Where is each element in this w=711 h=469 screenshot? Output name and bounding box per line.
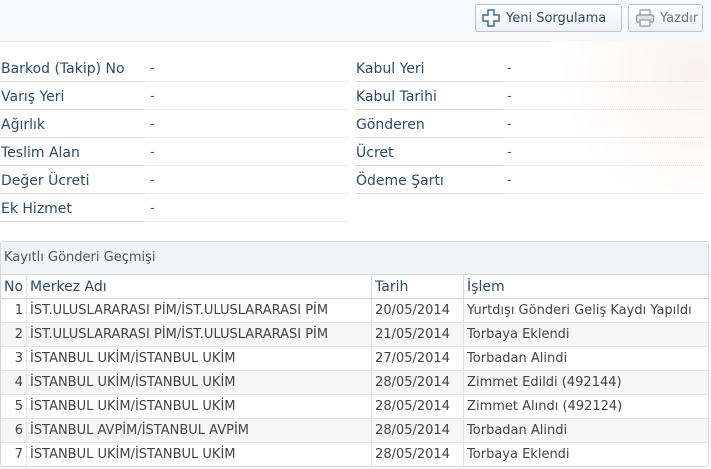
detail-label: Gönderen (355, 111, 502, 138)
new-query-button[interactable]: Yeni Sorgulama (475, 4, 622, 32)
detail-label: Barkod (Takip) No (0, 55, 145, 82)
column-header-date: Tarih (371, 275, 465, 299)
cell-center: İST.ULUSLARARASI PİM/İST.ULUSLARARASI Pİ… (26, 322, 373, 347)
cell-action: Zimmet Edildi (492144) (463, 370, 708, 395)
column-header-no: No (1, 275, 28, 299)
detail-label: Ücret (355, 139, 502, 166)
detail-label: Teslim Alan (0, 139, 145, 166)
cell-action: Torbaya Eklendi (463, 442, 708, 466)
detail-value: - (145, 55, 348, 82)
detail-value: - (145, 111, 348, 138)
cell-no: 1 (1, 298, 28, 323)
column-header-center: Merkez Adı (26, 275, 373, 299)
detail-label: Ağırlık (0, 111, 145, 138)
detail-label: Ek Hizmet (0, 195, 145, 222)
detail-label: Kabul Yeri (355, 55, 502, 82)
cell-no: 6 (1, 418, 28, 443)
detail-value: - (145, 83, 348, 110)
cell-center: İSTANBUL AVPİM/İSTANBUL AVPİM (26, 418, 373, 443)
cell-no: 5 (1, 394, 28, 419)
cell-no: 7 (1, 442, 28, 466)
cell-date: 20/05/2014 (371, 298, 465, 323)
cell-center: İST.ULUSLARARASI PİM/İST.ULUSLARARASI Pİ… (26, 298, 373, 323)
detail-value: - (502, 83, 704, 110)
panel-title: Kayıtlı Gönderi Geçmişi (1, 242, 708, 275)
detail-label: Kabul Tarihi (355, 83, 502, 110)
cell-action: Torbaya Eklendi (463, 322, 708, 347)
print-button[interactable]: Yazdır (628, 4, 703, 32)
detail-value: - (145, 167, 348, 194)
history-table: No Merkez Adı Tarih İşlem 1 İST.ULUSLARA… (1, 275, 708, 466)
cell-date: 27/05/2014 (371, 346, 465, 371)
cell-date: 28/05/2014 (371, 442, 465, 466)
cell-date: 28/05/2014 (371, 394, 465, 419)
detail-value: - (145, 139, 348, 166)
table-row: 3 İSTANBUL UKİM/İSTANBUL UKİM 27/05/2014… (1, 346, 708, 371)
cell-center: İSTANBUL UKİM/İSTANBUL UKİM (26, 442, 373, 466)
new-query-label: Yeni Sorgulama (506, 10, 607, 26)
cell-date: 28/05/2014 (371, 418, 465, 443)
detail-value: - (502, 139, 704, 166)
shipment-history-panel: Kayıtlı Gönderi Geçmişi No Merkez Adı Ta… (0, 241, 709, 467)
detail-value: - (145, 195, 348, 222)
cell-action: Yurtdışı Gönderi Geliş Kaydı Yapıldı (463, 298, 708, 323)
table-row: 7 İSTANBUL UKİM/İSTANBUL UKİM 28/05/2014… (1, 442, 708, 466)
table-row: 4 İSTANBUL UKİM/İSTANBUL UKİM 28/05/2014… (1, 370, 708, 395)
table-row: 6 İSTANBUL AVPİM/İSTANBUL AVPİM 28/05/20… (1, 418, 708, 443)
table-row: 2 İST.ULUSLARARASI PİM/İST.ULUSLARARASI … (1, 322, 708, 347)
cell-action: Zimmet Alındı (492124) (463, 394, 708, 419)
table-row: 5 İSTANBUL UKİM/İSTANBUL UKİM 28/05/2014… (1, 394, 708, 419)
table-row: 1 İST.ULUSLARARASI PİM/İST.ULUSLARARASI … (1, 298, 708, 323)
detail-label: Ödeme Şartı (355, 167, 502, 194)
detail-value: - (502, 55, 704, 82)
table-header-row: No Merkez Adı Tarih İşlem (1, 275, 708, 299)
print-label: Yazdır (660, 10, 699, 26)
cell-center: İSTANBUL UKİM/İSTANBUL UKİM (26, 346, 373, 371)
cell-action: Torbadan Alindi (463, 346, 708, 371)
detail-label: Değer Ücreti (0, 167, 145, 194)
detail-value: - (502, 111, 704, 138)
toolbar: Yeni Sorgulama Yazdır (0, 0, 711, 42)
column-header-action: İşlem (463, 275, 708, 299)
cell-date: 21/05/2014 (371, 322, 465, 347)
printer-icon (635, 9, 655, 27)
cell-center: İSTANBUL UKİM/İSTANBUL UKİM (26, 394, 373, 419)
cell-action: Torbadan Alindi (463, 418, 708, 443)
detail-label: Varış Yeri (0, 83, 145, 110)
cell-center: İSTANBUL UKİM/İSTANBUL UKİM (26, 370, 373, 395)
plus-icon (482, 9, 500, 27)
cell-no: 4 (1, 370, 28, 395)
cell-no: 3 (1, 346, 28, 371)
cell-no: 2 (1, 322, 28, 347)
cell-date: 28/05/2014 (371, 370, 465, 395)
detail-value: - (502, 167, 704, 194)
